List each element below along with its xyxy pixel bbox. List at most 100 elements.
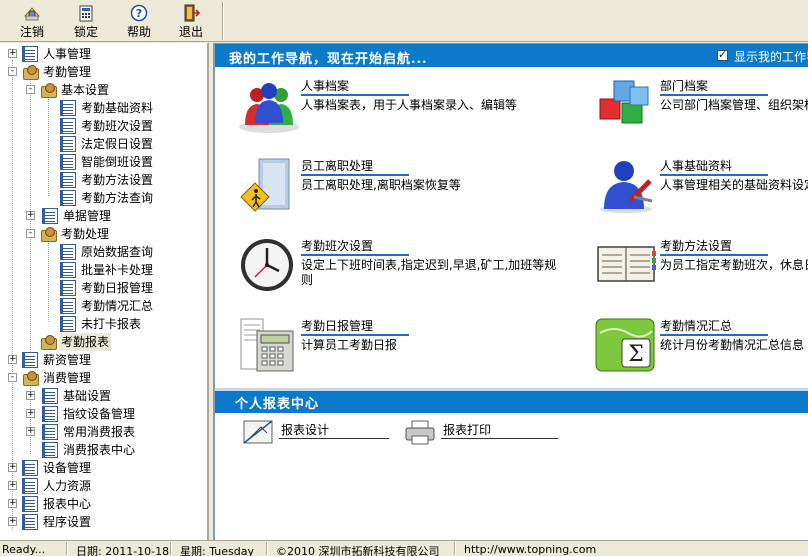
document-icon xyxy=(22,496,38,512)
document-icon xyxy=(60,316,76,332)
tree-item-document-management[interactable]: + 单据管理 xyxy=(0,207,207,225)
folder-icon xyxy=(40,226,57,242)
expand-icon[interactable]: + xyxy=(8,481,17,490)
toolbar-separator xyxy=(222,2,224,40)
tree-item-attendance-basic-data[interactable]: 考勤基础资料 xyxy=(0,99,207,117)
nav-item-description: 计算员工考勤日报 xyxy=(301,338,398,352)
expand-icon[interactable]: + xyxy=(26,211,35,220)
nav-item-department-records[interactable]: 部门档案 公司部门档案管理、组织架构 xyxy=(594,77,808,147)
nav-item-underline xyxy=(301,94,409,96)
logout-button[interactable]: 注销 xyxy=(7,2,57,40)
tree-item-salary-management[interactable]: + 薪资管理 xyxy=(0,351,207,369)
tree-item-label: 基础设置 xyxy=(63,389,112,403)
tree-item-common-consumption-reports[interactable]: + 常用消费报表 xyxy=(0,423,207,441)
report-print-label: 报表打印 xyxy=(443,423,492,437)
tree-item-label: 消费报表中心 xyxy=(63,443,136,457)
document-icon xyxy=(42,442,58,458)
tree-item-label: 批量补卡处理 xyxy=(81,263,154,277)
nav-item-underline xyxy=(660,94,768,96)
tree-item-missed-punch-report[interactable]: 未打卡报表 xyxy=(0,315,207,333)
tree-item-rotation-settings[interactable]: 智能倒班设置 xyxy=(0,153,207,171)
tree-item-daily-report[interactable]: 考勤日报管理 xyxy=(0,279,207,297)
expand-icon[interactable]: + xyxy=(8,517,17,526)
nav-item-shift-setup[interactable]: 考勤班次设置 设定上下班时间表,指定迟到,早退,矿工,加班等规则 xyxy=(235,237,556,307)
nav-item-title: 员工离职处理 xyxy=(301,159,374,173)
expand-icon[interactable]: + xyxy=(26,427,35,436)
collapse-icon[interactable]: - xyxy=(8,67,17,76)
lock-button[interactable]: 锁定 xyxy=(61,2,111,40)
exit-button[interactable]: 退出 xyxy=(166,2,216,40)
document-icon xyxy=(60,154,76,170)
status-separator xyxy=(66,542,68,555)
navigation-tree[interactable]: + 人事管理 - 考勤管理 - 基本设置 考勤基础资料 考勤班次设置 法定假日设… xyxy=(0,43,209,540)
expand-icon[interactable]: + xyxy=(8,49,17,58)
nav-item-personnel-records[interactable]: 人事档案 人事档案表，用于人事档案录入、编辑等 xyxy=(235,77,535,147)
status-separator xyxy=(266,542,268,555)
document-icon xyxy=(60,262,76,278)
tree-item-consumption-report-center[interactable]: 消费报表中心 xyxy=(0,441,207,459)
tree-item-basic-setup[interactable]: + 基础设置 xyxy=(0,387,207,405)
nav-item-method-setup[interactable]: 考勤方法设置 为员工指定考勤班次，休息日 xyxy=(594,237,808,307)
tree-item-consumption-management[interactable]: - 消费管理 xyxy=(0,369,207,387)
collapse-icon[interactable]: - xyxy=(26,229,35,238)
document-icon xyxy=(42,424,58,440)
tree-item-label: 考勤日报管理 xyxy=(81,281,154,295)
tree-item-holiday-settings[interactable]: 法定假日设置 xyxy=(0,135,207,153)
collapse-icon[interactable]: - xyxy=(26,85,35,94)
expand-icon[interactable]: + xyxy=(8,463,17,472)
status-copyright: ©2010 深圳市拓新科技有限公司 xyxy=(276,545,440,556)
tree-item-label: 薪资管理 xyxy=(43,353,92,367)
tree-item-batch-card-fix[interactable]: 批量补卡处理 xyxy=(0,261,207,279)
status-separator xyxy=(170,542,172,555)
document-icon xyxy=(60,118,76,134)
tree-item-method-query[interactable]: 考勤方法查询 xyxy=(0,189,207,207)
nav-item-resignation-processing[interactable]: 员工离职处理 员工离职处理,离职档案恢复等 xyxy=(235,157,535,227)
tree-item-label: 法定假日设置 xyxy=(81,137,154,151)
help-label: 帮助 xyxy=(126,25,151,39)
report-design-icon xyxy=(243,420,273,444)
tree-item-personnel-management[interactable]: + 人事管理 xyxy=(0,45,207,63)
tree-item-report-center[interactable]: + 报表中心 xyxy=(0,495,207,513)
nav-item-underline xyxy=(301,174,409,176)
tree-item-basic-settings[interactable]: - 基本设置 xyxy=(0,81,207,99)
tree-item-attendance-processing[interactable]: - 考勤处理 xyxy=(0,225,207,243)
document-icon xyxy=(42,388,58,404)
nav-item-description: 人事档案表，用于人事档案录入、编辑等 xyxy=(301,98,518,112)
collapse-icon[interactable]: - xyxy=(8,373,17,382)
nav-item-title: 考勤班次设置 xyxy=(301,239,374,253)
status-url[interactable]: http://www.topning.com xyxy=(464,543,596,556)
tree-item-fingerprint-devices[interactable]: + 指纹设备管理 xyxy=(0,405,207,423)
expand-icon[interactable]: + xyxy=(8,355,17,364)
nav-item-attendance-summary[interactable]: Σ 考勤情况汇总 统计月份考勤情况汇总信息 xyxy=(594,317,808,387)
tree-item-summary[interactable]: 考勤情况汇总 xyxy=(0,297,207,315)
expand-icon[interactable]: + xyxy=(26,409,35,418)
report-design-link[interactable]: 报表设计 xyxy=(241,417,421,447)
tree-item-human-resources[interactable]: + 人力资源 xyxy=(0,477,207,495)
show-navigation-label[interactable]: 显示我的工作导 xyxy=(734,48,808,65)
nav-item-title: 人事档案 xyxy=(301,79,350,93)
tree-item-device-management[interactable]: + 设备管理 xyxy=(0,459,207,477)
nav-item-daily-report-management[interactable]: 考勤日报管理 计算员工考勤日报 xyxy=(235,317,535,387)
show-navigation-checkbox[interactable] xyxy=(717,48,728,61)
svg-text:?: ? xyxy=(136,7,142,20)
nav-item-underline xyxy=(301,334,409,336)
personal-report-center: 个人报表中心 报表设计 报表打印 xyxy=(215,388,808,540)
tree-item-label: 考勤报表 xyxy=(59,333,112,351)
tree-item-attendance-management[interactable]: - 考勤管理 xyxy=(0,63,207,81)
help-button[interactable]: ? 帮助 xyxy=(114,2,164,40)
nav-item-personnel-basic-data[interactable]: 人事基础资料 人事管理相关的基础资料设定 xyxy=(594,157,808,227)
logout-label: 注销 xyxy=(19,25,44,39)
expand-icon[interactable]: + xyxy=(8,499,17,508)
tree-item-program-settings[interactable]: + 程序设置 xyxy=(0,513,207,531)
tree-item-shift-settings[interactable]: 考勤班次设置 xyxy=(0,117,207,135)
document-icon xyxy=(60,172,76,188)
cubes-icon xyxy=(599,80,649,124)
nav-item-description: 公司部门档案管理、组织架构 xyxy=(660,98,808,112)
nav-item-description: 员工离职处理,离职档案恢复等 xyxy=(301,178,461,192)
expand-icon[interactable]: + xyxy=(26,391,35,400)
tree-item-attendance-reports[interactable]: 考勤报表 xyxy=(0,333,207,351)
report-print-link[interactable]: 报表打印 xyxy=(403,417,583,447)
tree-item-raw-data-query[interactable]: 原始数据查询 xyxy=(0,243,207,261)
nav-item-description: 统计月份考勤情况汇总信息 xyxy=(660,338,805,352)
tree-item-method-settings[interactable]: 考勤方法设置 xyxy=(0,171,207,189)
